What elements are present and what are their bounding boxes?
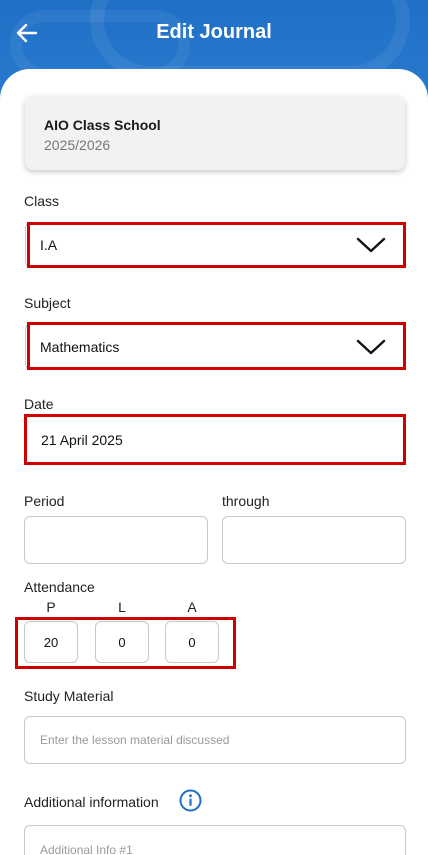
highlight-box [15, 617, 236, 669]
additional-info-placeholder: Additional Info #1 [40, 843, 133, 855]
class-label: Class [24, 193, 60, 209]
attendance-present-head: P [46, 599, 56, 615]
info-icon[interactable] [179, 789, 202, 812]
study-material-input[interactable]: Enter the lesson material discussed [24, 716, 406, 764]
period-label: Period [24, 493, 65, 509]
date-label: Date [24, 396, 54, 412]
period-from-input[interactable] [24, 516, 208, 564]
school-name: AIO Class School [44, 117, 161, 133]
study-material-placeholder: Enter the lesson material discussed [40, 733, 230, 747]
page-title: Edit Journal [156, 21, 272, 43]
highlight-box [24, 414, 406, 465]
additional-info-input[interactable]: Additional Info #1 [24, 825, 406, 855]
study-material-label: Study Material [24, 688, 114, 704]
school-card: AIO Class School 2025/2026 [25, 96, 405, 170]
attendance-absent-head: A [187, 599, 197, 615]
through-label: through [222, 493, 270, 509]
highlight-box [27, 322, 406, 370]
school-year: 2025/2026 [44, 137, 111, 153]
additional-info-label: Additional information [24, 794, 159, 810]
highlight-box [27, 222, 406, 268]
attendance-late-head: L [118, 599, 126, 615]
subject-label: Subject [24, 295, 71, 311]
attendance-label: Attendance [24, 579, 95, 595]
period-to-input[interactable] [222, 516, 406, 564]
